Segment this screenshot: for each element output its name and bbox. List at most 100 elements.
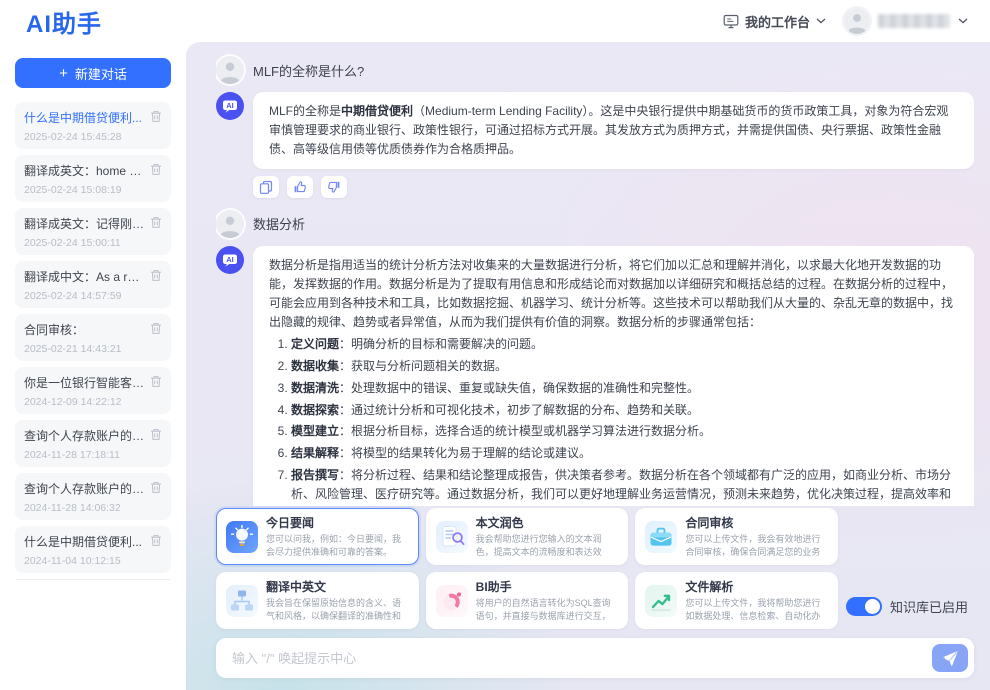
briefcase-icon <box>645 521 677 553</box>
conversation-timestamp: 2024-11-04 10:12:15 <box>24 555 146 567</box>
conversation-item[interactable]: 什么是中期借贷便利... 2025-02-24 15:45:28 <box>15 102 171 149</box>
card-body: 合同审核 您可以上传文件，我会有效地进行合同审核，确保合同满足您的业务需求。 <box>685 514 828 559</box>
conversation-title: 你是一位银行智能客服，... <box>24 374 146 391</box>
card-description: 您可以上传文件，我会有效地进行合同审核，确保合同满足您的业务需求。 <box>685 533 828 559</box>
conversation-main: 什么是中期借贷便利... 2024-11-04 10:12:15 <box>24 533 146 567</box>
quick-card[interactable]: 今日要闻 您可以问我，例如：今日要闻，我会尽力提供准确和可靠的答案。 <box>216 508 419 565</box>
card-title: 文件解析 <box>685 578 828 595</box>
sidebar-divider <box>16 579 170 580</box>
like-button[interactable] <box>287 176 313 198</box>
conversation-item[interactable]: 翻译成英文：home home 2025-02-24 15:08:19 <box>15 155 171 202</box>
pie-chart-icon <box>436 585 468 617</box>
app-logo: AI助手 <box>26 4 102 39</box>
card-title: 本文润色 <box>476 514 619 531</box>
conversation-item[interactable]: 合同审核： 2025-02-21 14:43:21 <box>15 314 171 361</box>
card-description: 我会帮助您进行您输入的文本润色，提高文本的流畅度和表达效果。 <box>476 533 619 559</box>
quick-card[interactable]: BI助手 将用户的自然语言转化为SQL查询语句，并直接与数据库进行交互，返回智能… <box>426 572 629 629</box>
lightbulb-icon <box>226 521 258 553</box>
conversation-timestamp: 2025-02-24 15:08:19 <box>24 184 146 196</box>
card-body: 今日要闻 您可以问我，例如：今日要闻，我会尽力提供准确和可靠的答案。 <box>266 514 409 558</box>
ai-message: AI 数据分析是指用适当的统计分析方法对收集来的大量数据进行分析，将它们加以汇总… <box>216 246 974 506</box>
quick-card[interactable]: 本文润色 我会帮助您进行您输入的文本润色，提高文本的流畅度和表达效果。 <box>426 508 629 565</box>
user-message-text: MLF的全称是什么? <box>253 61 364 80</box>
conversation-title: 翻译成英文：记得刚开始... <box>24 215 146 232</box>
thumbs-up-icon <box>293 180 307 194</box>
chat-input[interactable] <box>232 651 932 666</box>
conversation-timestamp: 2025-02-24 15:45:28 <box>24 131 146 143</box>
card-body: 本文润色 我会帮助您进行您输入的文本润色，提高文本的流畅度和表达效果。 <box>476 514 619 559</box>
conversation-item[interactable]: 翻译成中文：As a reader... 2025-02-24 14:57:59 <box>15 261 171 308</box>
monitor-icon <box>723 14 739 29</box>
trash-icon[interactable] <box>150 533 162 552</box>
card-title: 合同审核 <box>685 514 828 531</box>
user-message: MLF的全称是什么? <box>216 56 974 84</box>
user-menu[interactable] <box>844 8 968 34</box>
workspace-menu[interactable]: 我的工作台 <box>723 12 826 31</box>
conversation-item[interactable]: 翻译成英文：记得刚开始... 2025-02-24 15:00:11 <box>15 208 171 255</box>
parse-icon <box>645 585 677 617</box>
card-description: 您可以问我，例如：今日要闻，我会尽力提供准确和可靠的答案。 <box>266 533 409 558</box>
send-button[interactable] <box>932 644 968 672</box>
quick-card[interactable]: 翻译中英文 我会旨在保留原始信息的含义、语气和风格，以确保翻译的准确性和自然流畅… <box>216 572 419 629</box>
conversation-list: 什么是中期借贷便利... 2025-02-24 15:45:28 翻译成英文：h… <box>15 102 171 573</box>
copy-button[interactable] <box>253 176 279 198</box>
conversation-timestamp: 2024-12-09 14:22:12 <box>24 396 146 408</box>
topbar-right: 我的工作台 <box>723 8 968 34</box>
ai-message-column: 数据分析是指用适当的统计分析方法对收集来的大量数据进行分析，将它们加以汇总和理解… <box>253 246 974 506</box>
trash-icon[interactable] <box>150 374 162 393</box>
list-item: 报告撰写：将分析过程、结果和结论整理成报告，供决策者参考。数据分析在各个领域都有… <box>291 466 958 506</box>
composer <box>216 638 974 678</box>
list-item: 数据清洗：处理数据中的错误、重复或缺失值，确保数据的准确性和完整性。 <box>291 379 958 398</box>
card-body: BI助手 将用户的自然语言转化为SQL查询语句，并直接与数据库进行交互，返回智能… <box>476 578 619 623</box>
conversation-item[interactable]: 查询个人存款账户的最新... 2024-11-28 17:18:11 <box>15 420 171 467</box>
conversation-main: 你是一位银行智能客服，... 2024-12-09 14:22:12 <box>24 374 146 408</box>
trash-icon[interactable] <box>150 480 162 499</box>
conversation-timestamp: 2025-02-24 14:57:59 <box>24 290 146 302</box>
trash-icon[interactable] <box>150 109 162 128</box>
ai-message-text: MLF的全称是中期借贷便利（Medium-term Lending Facili… <box>269 102 958 159</box>
trash-icon[interactable] <box>150 215 162 234</box>
conversation-title: 查询个人存款账户的最新... <box>24 427 146 444</box>
dislike-button[interactable] <box>321 176 347 198</box>
conversation-title: 翻译成中文：As a reader... <box>24 268 146 285</box>
chevron-down-icon <box>816 18 826 24</box>
card-description: 我会旨在保留原始信息的含义、语气和风格，以确保翻译的准确性和自然流畅。 <box>266 597 409 623</box>
toggle-knob <box>865 599 880 614</box>
svg-text:AI: AI <box>226 255 234 264</box>
knowledge-toggle-label: 知识库已启用 <box>890 597 968 616</box>
quick-card[interactable]: 合同审核 您可以上传文件，我会有效地进行合同审核，确保合同满足您的业务需求。 <box>635 508 838 565</box>
translate-icon <box>226 585 258 617</box>
trend-chart-icon <box>645 585 677 617</box>
conversation-item[interactable]: 你是一位银行智能客服，... 2024-12-09 14:22:12 <box>15 367 171 414</box>
contract-icon <box>645 521 677 553</box>
card-body: 文件解析 您可以上传文件，我将帮助您进行如数据处理、信息检索、自动化办公等。 <box>685 578 828 623</box>
plus-icon: + <box>59 66 68 81</box>
trash-icon[interactable] <box>150 321 162 340</box>
message-list: MLF的全称是什么? AI MLF的全称是中期借贷便利（Medium-term … <box>216 50 974 506</box>
conversation-item[interactable]: 查询个人存款账户的最新... 2024-11-28 14:06:32 <box>15 473 171 520</box>
list-item: 结果解释：将模型的结果转化为易于理解的结论或建议。 <box>291 444 958 463</box>
chat-area: MLF的全称是什么? AI MLF的全称是中期借贷便利（Medium-term … <box>186 42 990 690</box>
conversation-main: 翻译成中文：As a reader... 2025-02-24 14:57:59 <box>24 268 146 302</box>
conversation-main: 翻译成英文：home home 2025-02-24 15:08:19 <box>24 162 146 196</box>
trash-icon[interactable] <box>150 427 162 446</box>
ai-avatar: AI <box>216 246 244 274</box>
ai-message-bubble: MLF的全称是中期借贷便利（Medium-term Lending Facili… <box>253 92 974 169</box>
conversation-main: 合同审核： 2025-02-21 14:43:21 <box>24 321 146 355</box>
quick-cards: 今日要闻 您可以问我，例如：今日要闻，我会尽力提供准确和可靠的答案。 本文润色 … <box>216 508 838 629</box>
trash-icon[interactable] <box>150 268 162 287</box>
trash-icon[interactable] <box>150 162 162 181</box>
conversation-title: 合同审核： <box>24 321 146 338</box>
conversation-title: 翻译成英文：home home <box>24 162 146 179</box>
user-avatar <box>216 56 244 84</box>
conversation-timestamp: 2025-02-21 14:43:21 <box>24 343 146 355</box>
new-chat-button[interactable]: + 新建对话 <box>15 58 171 88</box>
knowledge-toggle[interactable] <box>846 597 882 616</box>
user-message: 数据分析 <box>216 210 974 238</box>
conversation-item[interactable]: 什么是中期借贷便利... 2024-11-04 10:12:15 <box>15 526 171 573</box>
bottom-row: 今日要闻 您可以问我，例如：今日要闻，我会尽力提供准确和可靠的答案。 本文润色 … <box>216 508 974 629</box>
ai-message-bubble: 数据分析是指用适当的统计分析方法对收集来的大量数据进行分析，将它们加以汇总和理解… <box>253 246 974 506</box>
user-message-text: 数据分析 <box>253 214 305 233</box>
conversation-title: 什么是中期借贷便利... <box>24 109 146 126</box>
quick-card[interactable]: 文件解析 您可以上传文件，我将帮助您进行如数据处理、信息检索、自动化办公等。 <box>635 572 838 629</box>
